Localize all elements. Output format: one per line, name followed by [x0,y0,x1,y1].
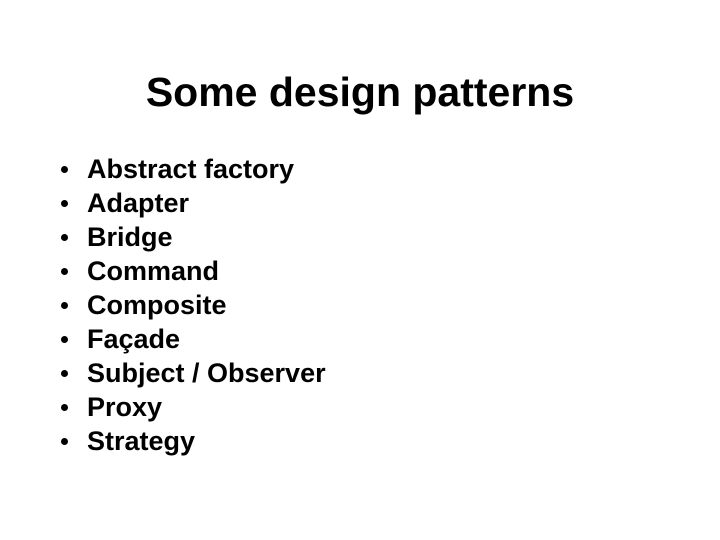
list-item: Command [56,254,676,288]
page-title: Some design patterns [145,69,575,115]
list-item: Abstract factory [56,152,676,186]
list-item: Subject / Observer [56,356,676,390]
list-item-label: Composite [87,290,227,320]
list-item: Façade [56,322,676,356]
list-item-label: Abstract factory [87,154,295,184]
bullet-dot-icon [61,336,68,343]
list-item-label: Bridge [87,222,173,252]
slide: Some design patterns Abstract factory Ad… [0,0,720,540]
list-item-label: Façade [87,324,181,354]
list-item: Bridge [56,220,676,254]
bullet-dot-icon [61,166,68,173]
bullet-dot-icon [61,404,68,411]
list-item: Adapter [56,186,676,220]
bullet-dot-icon [61,234,68,241]
bullet-dot-icon [61,268,68,275]
bullet-dot-icon [61,370,68,377]
bullet-dot-icon [61,438,68,445]
bullet-dot-icon [61,200,68,207]
list-item: Strategy [56,424,676,458]
list-item-label: Subject / Observer [87,358,326,388]
list-item: Proxy [56,390,676,424]
bullet-dot-icon [61,302,68,309]
list-item-label: Command [87,256,220,286]
list-item-label: Strategy [87,426,196,456]
list-item: Composite [56,288,676,322]
list-item-label: Proxy [87,392,163,422]
design-patterns-list: Abstract factory Adapter Bridge Command … [56,152,676,458]
list-item-label: Adapter [87,188,190,218]
